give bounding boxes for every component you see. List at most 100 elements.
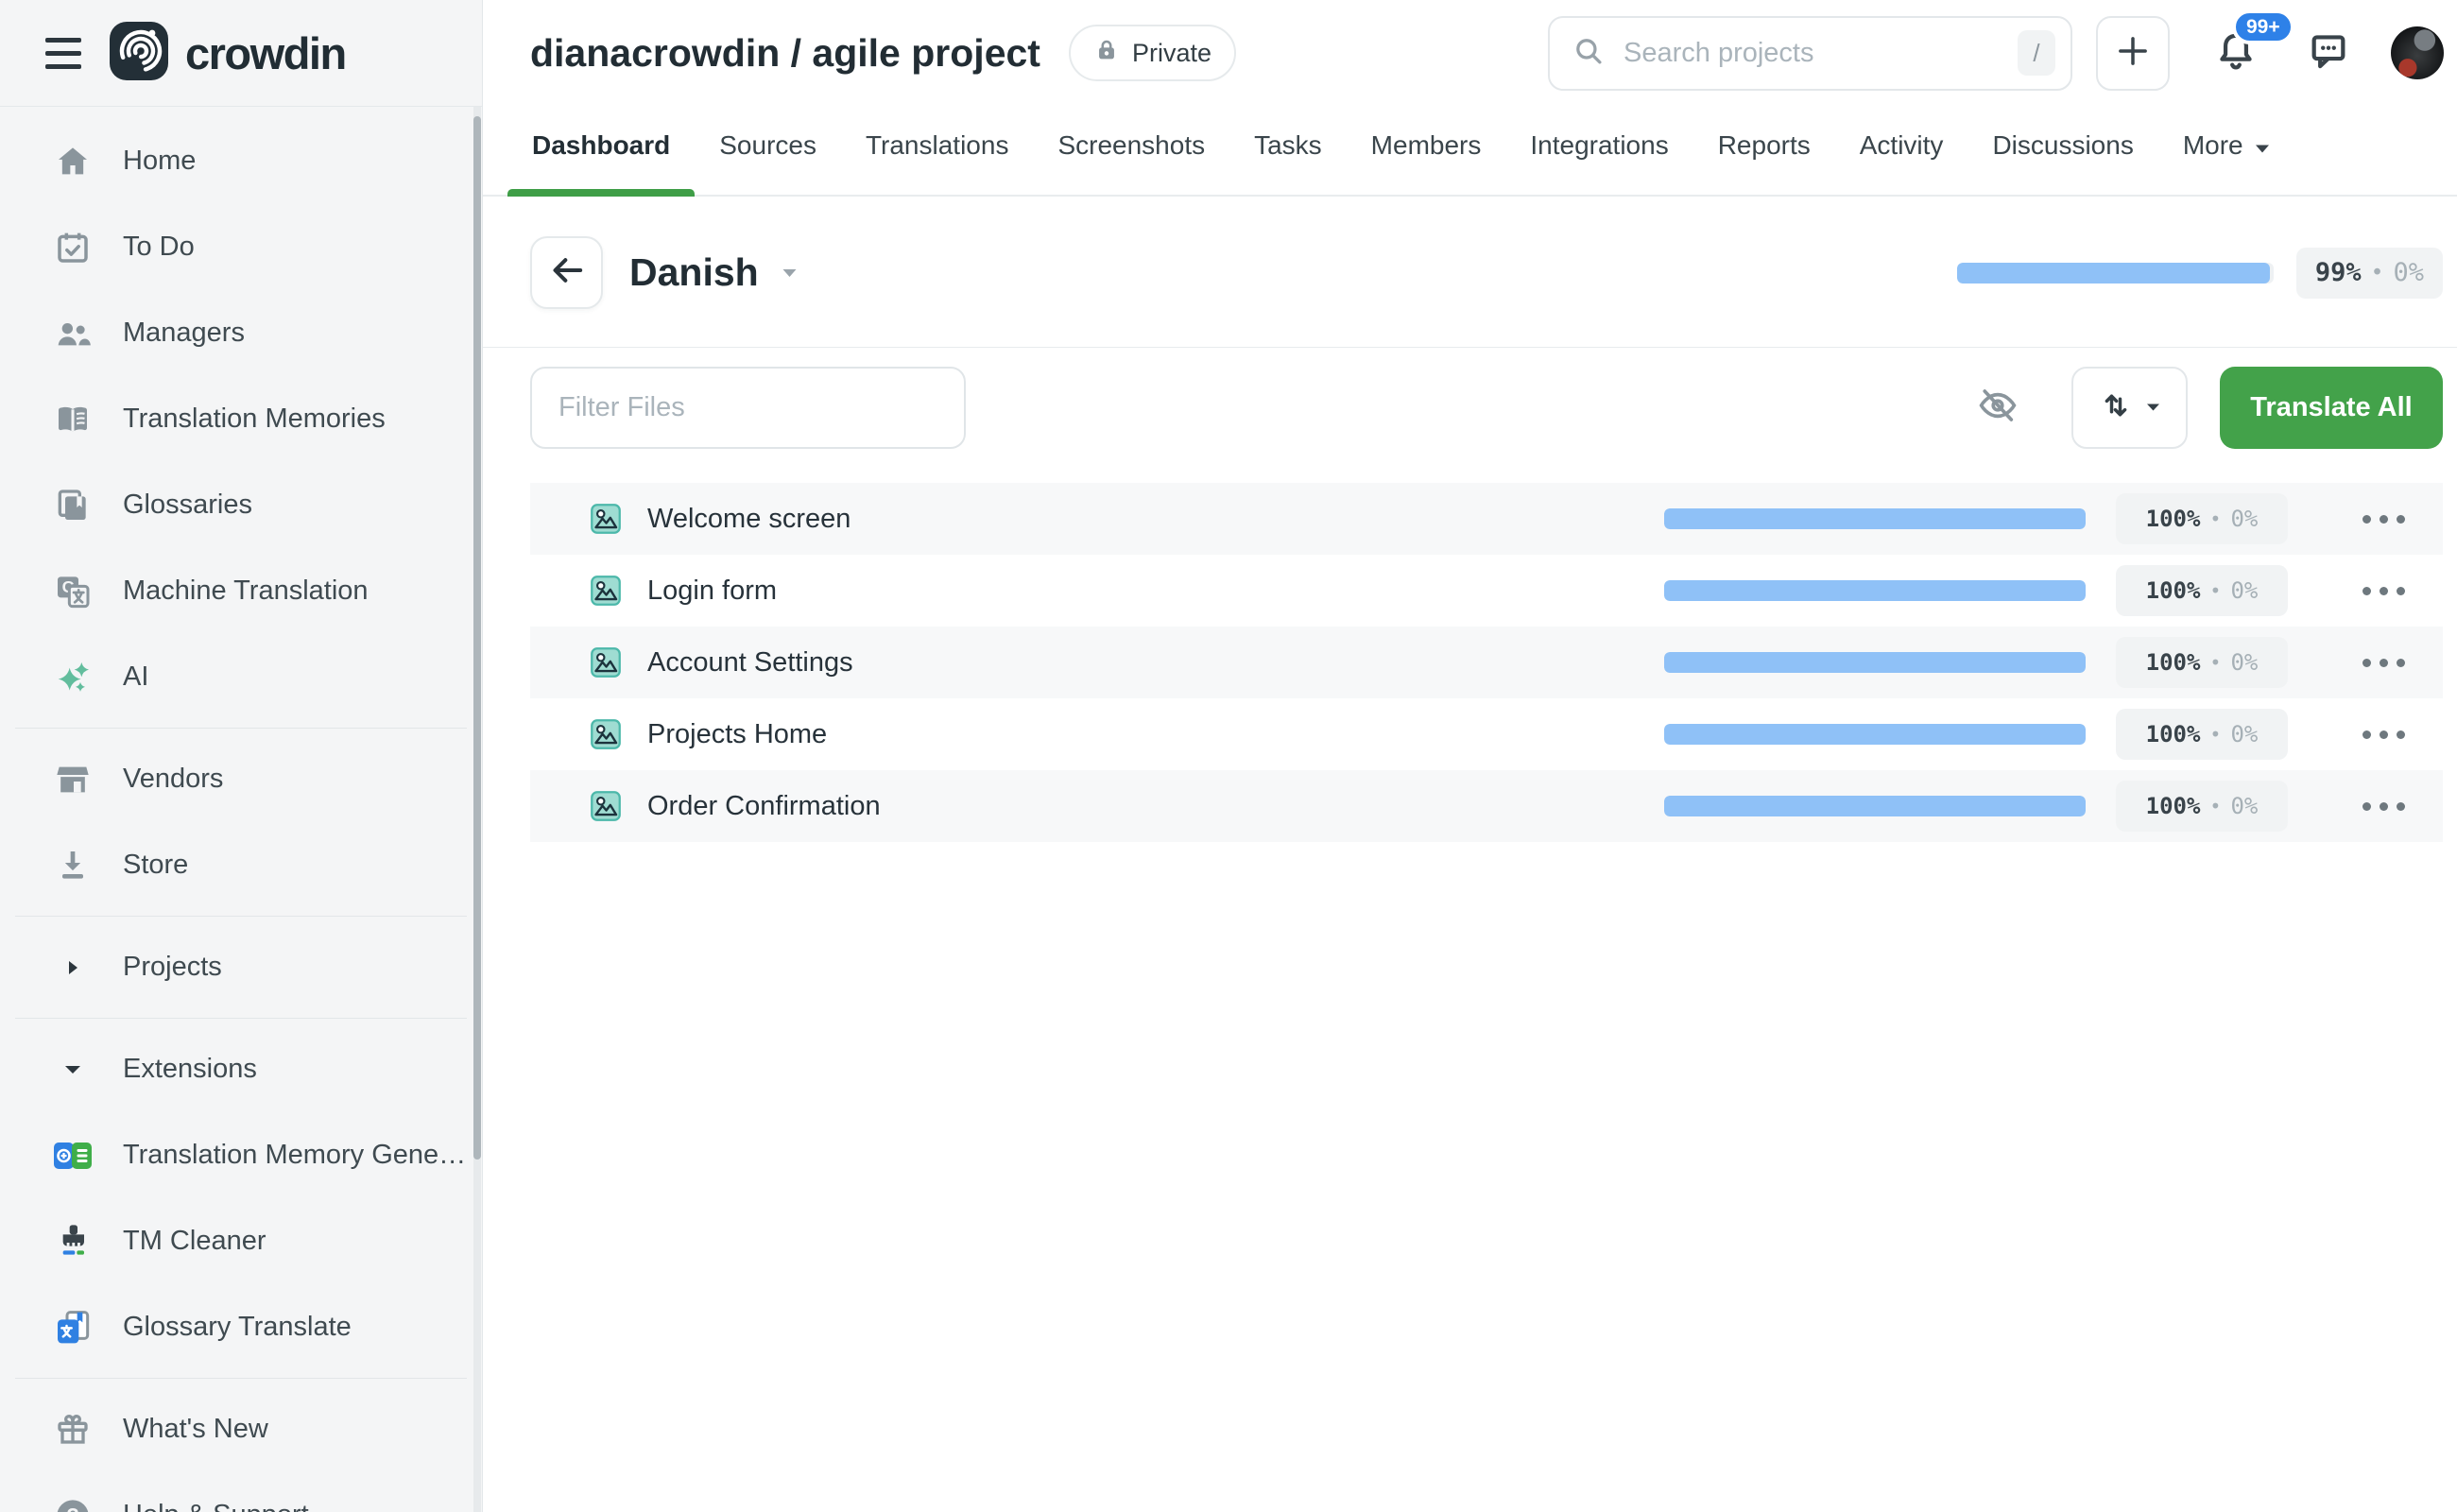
file-context-menu-button[interactable] xyxy=(2362,721,2405,748)
tab-reports[interactable]: Reports xyxy=(1716,106,1813,195)
messages-button[interactable] xyxy=(2302,26,2355,79)
ai-sparkles-icon xyxy=(51,659,94,696)
search-input[interactable] xyxy=(1622,37,2001,70)
tab-tasks[interactable]: Tasks xyxy=(1252,106,1324,195)
crowdin-logo[interactable]: crowdin xyxy=(110,22,346,85)
translated-percent: 99% xyxy=(2315,258,2362,287)
chat-bubble-icon xyxy=(2307,29,2350,77)
language-dropdown-caret-icon[interactable] xyxy=(782,267,798,279)
screenshot-image-icon xyxy=(590,503,622,535)
hamburger-menu-icon[interactable] xyxy=(45,38,81,69)
file-row-projects-home[interactable]: Projects Home 100% • 0% xyxy=(530,698,2443,770)
approved-percent: 0% xyxy=(2230,793,2258,819)
sidebar-item-tm-cleaner[interactable]: TM Cleaner xyxy=(0,1198,482,1284)
file-progress-fill xyxy=(1664,724,2086,745)
language-progress-badge: 99% • 0% xyxy=(2296,248,2443,299)
translated-percent: 100% xyxy=(2146,649,2201,676)
sidebar-item-label: Home xyxy=(123,146,196,177)
file-context-menu-button[interactable] xyxy=(2362,577,2405,605)
screenshot-image-icon xyxy=(590,790,622,822)
sort-button[interactable] xyxy=(2071,367,2188,449)
file-context-menu-button[interactable] xyxy=(2362,506,2405,533)
tab-more[interactable]: More xyxy=(2181,106,2272,195)
file-row-welcome-screen[interactable]: Welcome screen 100% • 0% xyxy=(530,483,2443,555)
file-progress-badge: 100% • 0% xyxy=(2116,637,2288,688)
tab-translations[interactable]: Translations xyxy=(864,106,1010,195)
sidebar-item-help-support[interactable]: ? Help & Support xyxy=(0,1472,482,1512)
lock-icon xyxy=(1093,37,1120,70)
percent-separator: • xyxy=(2209,579,2221,602)
percent-separator: • xyxy=(2209,795,2221,817)
create-project-button[interactable] xyxy=(2096,16,2170,91)
percent-separator: • xyxy=(2371,261,2384,285)
hidden-files-toggle[interactable] xyxy=(1977,387,2019,429)
todo-calendar-icon xyxy=(51,229,94,266)
chevron-right-icon xyxy=(51,960,94,975)
tm-generator-icon xyxy=(51,1141,94,1171)
filter-files-input[interactable] xyxy=(530,367,966,449)
sidebar-item-projects[interactable]: Projects xyxy=(0,924,482,1010)
translated-percent: 100% xyxy=(2146,793,2201,819)
sidebar-item-todo[interactable]: To Do xyxy=(0,204,482,290)
sidebar-item-label: Help & Support xyxy=(123,1500,309,1512)
page-title: dianacrowdin / agile project xyxy=(530,31,1040,76)
tab-activity[interactable]: Activity xyxy=(1858,106,1946,195)
approved-percent: 0% xyxy=(2230,506,2258,532)
approved-percent: 0% xyxy=(2393,258,2424,287)
glossary-translate-icon xyxy=(51,1309,94,1347)
sidebar-item-store[interactable]: Store xyxy=(0,822,482,908)
tab-more-label: More xyxy=(2183,130,2243,161)
back-button[interactable] xyxy=(530,236,603,309)
file-context-menu-button[interactable] xyxy=(2362,649,2405,677)
translated-percent: 100% xyxy=(2146,506,2201,532)
tab-screenshots[interactable]: Screenshots xyxy=(1056,106,1207,195)
file-name: Projects Home xyxy=(647,719,827,750)
search-box[interactable]: / xyxy=(1548,16,2072,91)
translate-all-button[interactable]: Translate All xyxy=(2220,367,2443,449)
screenshot-image-icon xyxy=(590,575,622,607)
screenshot-image-icon xyxy=(590,718,622,750)
sidebar-scrollbar-thumb[interactable] xyxy=(473,116,481,1160)
tab-members[interactable]: Members xyxy=(1369,106,1484,195)
file-name: Welcome screen xyxy=(647,504,850,535)
sidebar-item-translation-memories[interactable]: Translation Memories xyxy=(0,376,482,462)
file-row-login-form[interactable]: Login form 100% • 0% xyxy=(530,555,2443,627)
sidebar-divider xyxy=(15,728,467,729)
file-progress-bar xyxy=(1664,508,2086,529)
file-list: Welcome screen 100% • 0% Login form xyxy=(530,483,2443,842)
svg-text:?: ? xyxy=(66,1503,79,1512)
chevron-down-icon xyxy=(51,1064,94,1075)
sidebar-item-ai[interactable]: AI xyxy=(0,634,482,720)
sidebar-item-managers[interactable]: Managers xyxy=(0,290,482,376)
sidebar-item-label: Managers xyxy=(123,318,245,349)
sidebar: crowdin Home To Do Managers Translation … xyxy=(0,0,483,1512)
sidebar-item-whats-new[interactable]: What's New xyxy=(0,1386,482,1472)
tab-integrations[interactable]: Integrations xyxy=(1528,106,1670,195)
file-progress-fill xyxy=(1664,508,2086,529)
tab-dashboard[interactable]: Dashboard xyxy=(530,106,672,195)
brush-icon xyxy=(51,1223,94,1261)
tab-sources[interactable]: Sources xyxy=(717,106,818,195)
file-name: Login form xyxy=(647,576,777,607)
sidebar-item-home[interactable]: Home xyxy=(0,118,482,204)
sidebar-item-glossary-translate[interactable]: Glossary Translate xyxy=(0,1284,482,1370)
sidebar-item-glossaries[interactable]: Glossaries xyxy=(0,462,482,548)
project-tabs: Dashboard Sources Translations Screensho… xyxy=(483,106,2457,197)
sidebar-item-tm-generator[interactable]: Translation Memory Gene… xyxy=(0,1112,482,1198)
sidebar-item-extensions[interactable]: Extensions xyxy=(0,1026,482,1112)
file-name: Account Settings xyxy=(647,647,853,679)
user-avatar[interactable] xyxy=(2391,26,2444,79)
file-row-order-confirmation[interactable]: Order Confirmation 100% • 0% xyxy=(530,770,2443,842)
notifications-button[interactable]: 99+ xyxy=(2208,25,2264,81)
sidebar-header: crowdin xyxy=(0,0,482,107)
crowdin-app: crowdin Home To Do Managers Translation … xyxy=(0,0,2457,1512)
sidebar-item-vendors[interactable]: Vendors xyxy=(0,736,482,822)
sidebar-item-machine-translation[interactable]: G Machine Translation xyxy=(0,548,482,634)
sort-dropdown-caret-icon xyxy=(2146,400,2160,417)
sidebar-item-label: Vendors xyxy=(123,764,223,795)
file-row-right: 100% • 0% xyxy=(1664,781,2405,832)
file-context-menu-button[interactable] xyxy=(2362,793,2405,820)
file-progress-badge: 100% • 0% xyxy=(2116,493,2288,544)
file-row-account-settings[interactable]: Account Settings 100% • 0% xyxy=(530,627,2443,698)
tab-discussions[interactable]: Discussions xyxy=(1990,106,2135,195)
